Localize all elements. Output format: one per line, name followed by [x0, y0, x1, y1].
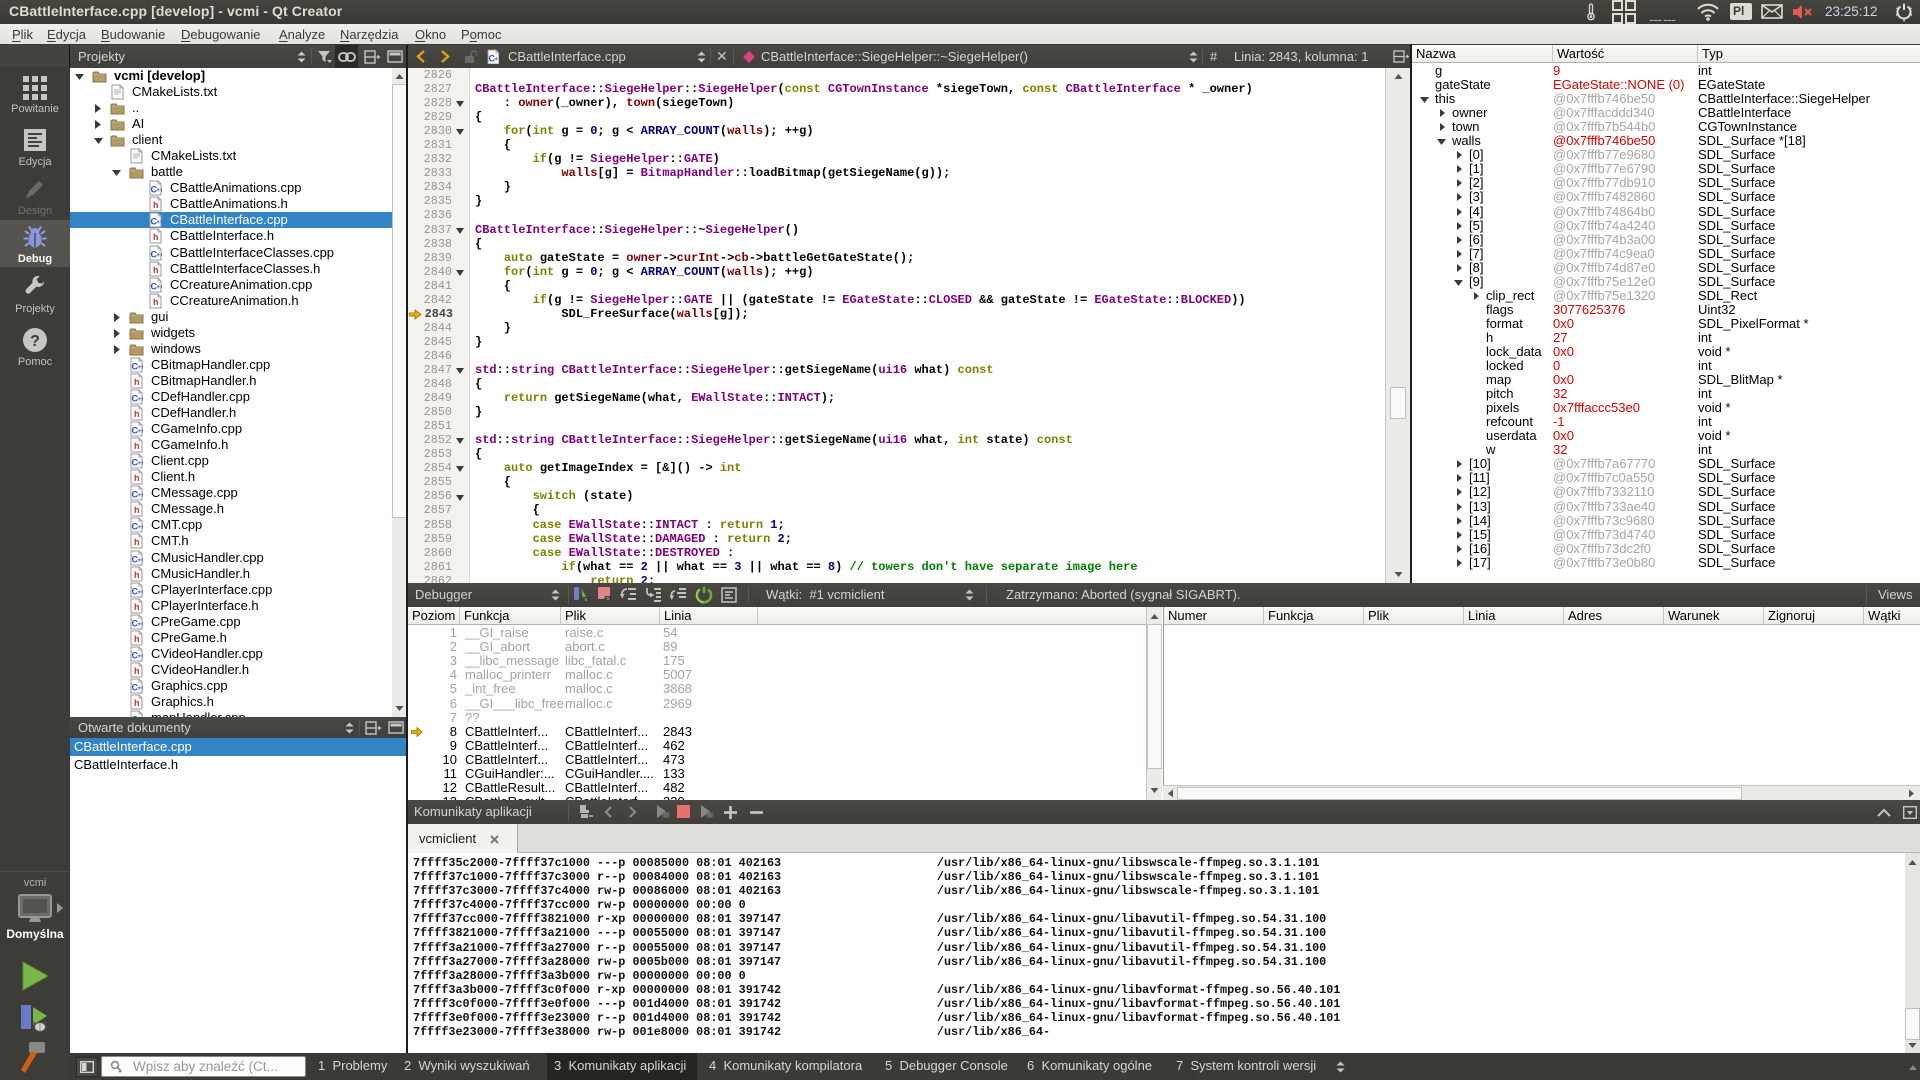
svg-text:?: ?	[30, 333, 40, 350]
